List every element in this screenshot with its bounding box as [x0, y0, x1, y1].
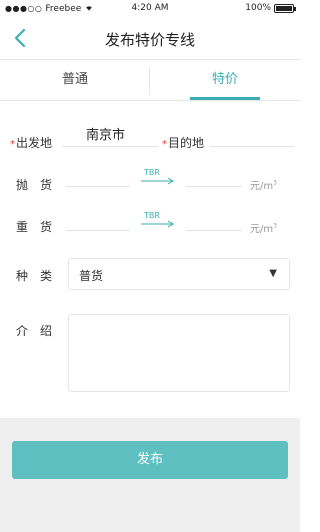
- dest-input[interactable]: [210, 146, 294, 147]
- unit-text: 元/m: [250, 224, 274, 235]
- tab-special[interactable]: 特价: [150, 61, 300, 101]
- unit-sup: 3: [273, 179, 277, 187]
- type-select-value: 普货: [79, 269, 104, 283]
- type-label: 种 类: [16, 269, 53, 283]
- dest-label-group: *目的地: [162, 134, 204, 151]
- nav-bar: 发布特价专线: [0, 18, 300, 60]
- required-mark: *: [10, 139, 15, 150]
- battery-icon: [274, 3, 296, 13]
- status-right: 100%: [245, 3, 296, 13]
- battery-fill: [276, 5, 292, 11]
- type-select[interactable]: 普货 ▼: [68, 258, 290, 290]
- intro-textarea[interactable]: [68, 314, 290, 392]
- light-goods-max-input[interactable]: [186, 186, 242, 187]
- page-title: 发布特价专线: [104, 31, 195, 49]
- tab-normal[interactable]: 普通: [0, 61, 150, 101]
- origin-input[interactable]: 南京市: [86, 124, 125, 143]
- required-mark: *: [162, 139, 167, 150]
- light-goods-unit: 元/m3: [250, 177, 277, 192]
- submit-button[interactable]: 发布: [12, 441, 288, 479]
- heavy-goods-min-input[interactable]: [66, 230, 130, 231]
- light-goods-min-input[interactable]: [66, 186, 130, 187]
- unit-text: 元/m: [250, 181, 274, 192]
- light-goods-label: 抛 货: [16, 178, 53, 192]
- intro-label: 介 绍: [16, 324, 53, 338]
- origin-label-group: *出发地: [10, 134, 52, 151]
- origin-underline: [62, 146, 158, 147]
- dest-label: 目的地: [168, 136, 205, 150]
- unit-sup: 3: [273, 222, 277, 230]
- heavy-goods-max-input[interactable]: [186, 230, 242, 231]
- caret-down-icon: ▼: [269, 268, 277, 279]
- status-bar: ●●●○○ Freebee 4:20 AM 100%: [0, 0, 300, 18]
- tab-bar: 普通 特价: [0, 61, 300, 101]
- light-goods-range-arrow: TBR: [140, 168, 176, 188]
- heavy-goods-unit: 元/m3: [250, 220, 277, 235]
- arrow-right-icon: [141, 220, 174, 228]
- origin-label: 出发地: [16, 136, 53, 150]
- heavy-goods-label: 重 货: [16, 220, 53, 234]
- arrow-right-icon: [141, 177, 174, 185]
- tab-active-indicator: [190, 97, 260, 100]
- battery-percent: 100%: [245, 3, 271, 13]
- heavy-goods-range-arrow: TBR: [140, 211, 176, 231]
